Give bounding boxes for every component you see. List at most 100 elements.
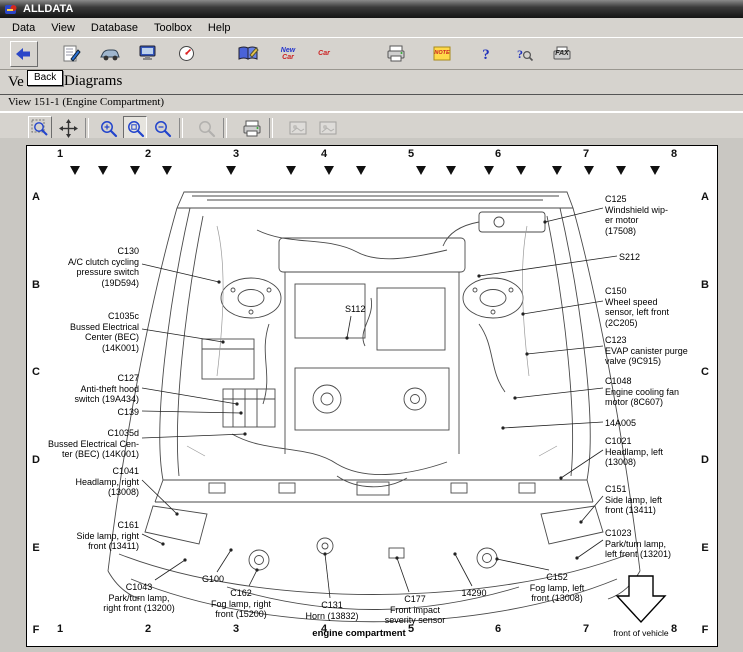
car-button[interactable]: Car (310, 41, 338, 67)
menu-help[interactable]: Help (200, 20, 239, 36)
gauge-button[interactable] (172, 41, 200, 67)
zoom-reset-button (194, 116, 218, 140)
grid-row-D-left: D (32, 454, 40, 466)
pan-icon (59, 119, 78, 138)
mag-plain-icon (153, 119, 172, 138)
grid-row-B-left: B (32, 279, 40, 291)
monitor-button[interactable] (134, 41, 162, 67)
grid-col-1-top: 1 (57, 148, 63, 160)
note-icon (433, 45, 451, 62)
alignment-triangle-icon (650, 166, 660, 175)
pan-button[interactable] (56, 116, 80, 140)
callout-c151: C151 Side lamp, left front (13411) (605, 484, 662, 516)
help-button[interactable]: ? (472, 41, 500, 67)
fax-button-label: FAX (548, 41, 576, 67)
menu-bar: DataViewDatabaseToolboxHelp (0, 18, 743, 38)
back-tooltip: Back (27, 70, 63, 86)
print-button[interactable] (382, 41, 410, 67)
frame-icon (318, 120, 338, 136)
help-search-icon: ? (514, 45, 534, 63)
toolbar-separator (85, 118, 89, 138)
menu-view[interactable]: View (43, 20, 83, 36)
prev-image-button (286, 116, 310, 140)
grid-col-7-bottom: 7 (583, 623, 589, 635)
alignment-triangle-icon (616, 166, 626, 175)
grid-row-A-right: A (701, 191, 709, 203)
zoom-select-button[interactable] (28, 116, 52, 140)
help-search-button[interactable]: ? (510, 41, 538, 67)
new-car-button[interactable]: NewCar (274, 41, 302, 67)
back-button[interactable] (10, 41, 38, 67)
callout-c1023: C1023 Park/turn lamp, left front (13201) (605, 528, 671, 560)
callout-c1048: C1048 Engine cooling fan motor (8C607) (605, 376, 679, 408)
grid-row-B-right: B (701, 279, 709, 291)
callout-c1043: C1043 Park/turn lamp, right front (13200… (103, 582, 175, 614)
app-icon (4, 3, 18, 16)
grid-row-F-left: F (33, 624, 40, 636)
grid-col-4-top: 4 (321, 148, 327, 160)
zoom-out-button[interactable] (150, 116, 174, 140)
alignment-triangle-icon (286, 166, 296, 175)
menu-database[interactable]: Database (83, 20, 146, 36)
report-button[interactable] (58, 41, 86, 67)
alignment-triangle-icon (416, 166, 426, 175)
callout-c1021: C1021 Headlamp, left (13008) (605, 436, 663, 468)
callout-c131: C131 Horn (13832) (305, 600, 358, 621)
alignment-triangle-icon (226, 166, 236, 175)
zoom-in-button[interactable] (96, 116, 120, 140)
callout-c161: C161 Side lamp, right front (13411) (76, 520, 139, 552)
callout-c177: C177 Front impact severity sensor (385, 594, 446, 626)
grid-row-A-left: A (32, 191, 40, 203)
grid-row-D-right: D (701, 454, 709, 466)
callout-c152: C152 Fog lamp, left front (13008) (530, 572, 585, 604)
callout-g100: G100 (202, 574, 224, 585)
notes-button[interactable] (234, 41, 262, 67)
note-button-label: NOTE (428, 41, 456, 67)
toolbar-separator (179, 118, 183, 138)
callout-c1041: C1041 Headlamp, right (13008) (75, 466, 139, 498)
mag-area-icon (126, 119, 145, 138)
menu-data[interactable]: Data (4, 20, 43, 36)
alignment-triangle-icon (70, 166, 80, 175)
svg-text:?: ? (517, 47, 523, 61)
blank-icon (313, 45, 335, 63)
printer-icon (386, 45, 406, 62)
monitor-icon (138, 45, 158, 62)
toolbar-separator (223, 118, 227, 138)
vehicle-button[interactable] (96, 41, 124, 67)
zoom-area-button[interactable] (123, 116, 147, 140)
grid-col-5-top: 5 (408, 148, 414, 160)
title-bar: ALLDATA (0, 0, 743, 18)
alignment-triangle-icon (98, 166, 108, 175)
next-image-button (316, 116, 340, 140)
alignment-triangle-icon (516, 166, 526, 175)
help-icon: ? (478, 45, 494, 63)
alignment-triangle-icon (552, 166, 562, 175)
alignment-triangle-icon (484, 166, 494, 175)
alignment-triangle-icon (162, 166, 172, 175)
grid-row-C-left: C (32, 366, 40, 378)
callout-c139: C139 (117, 407, 139, 418)
callout-c1035d: C1035d Bussed Electrical Cen- ter (BEC) … (48, 428, 139, 460)
callout-c1035c: C1035c Bussed Electrical Center (BEC) (1… (70, 311, 139, 353)
main-toolbar: NewCar Car NOTE?? FAX (0, 38, 743, 70)
car-button-label: Car (310, 41, 338, 67)
note-button[interactable]: NOTE (428, 41, 456, 67)
fax-button[interactable]: FAX (548, 41, 576, 67)
alignment-triangle-icon (584, 166, 594, 175)
front-of-vehicle-arrow (613, 574, 669, 631)
grid-col-4-bottom: 4 (321, 623, 327, 635)
mag-select-icon (31, 119, 50, 138)
car-blue-icon (99, 46, 121, 62)
callout-s112: S112 (345, 304, 365, 315)
fax-icon (552, 45, 572, 62)
mag-gray-icon (197, 119, 216, 138)
window-title: ALLDATA (23, 3, 73, 15)
menu-toolbox[interactable]: Toolbox (146, 20, 200, 36)
print-diagram-button[interactable] (240, 116, 264, 140)
grid-col-7-top: 7 (583, 148, 589, 160)
grid-col-6-bottom: 6 (495, 623, 501, 635)
diagram-panel[interactable]: front of vehicle engine compartment 1122… (26, 145, 718, 647)
section-label-partial[interactable]: Ve (8, 74, 24, 91)
callout-s212: S212 (619, 252, 640, 263)
